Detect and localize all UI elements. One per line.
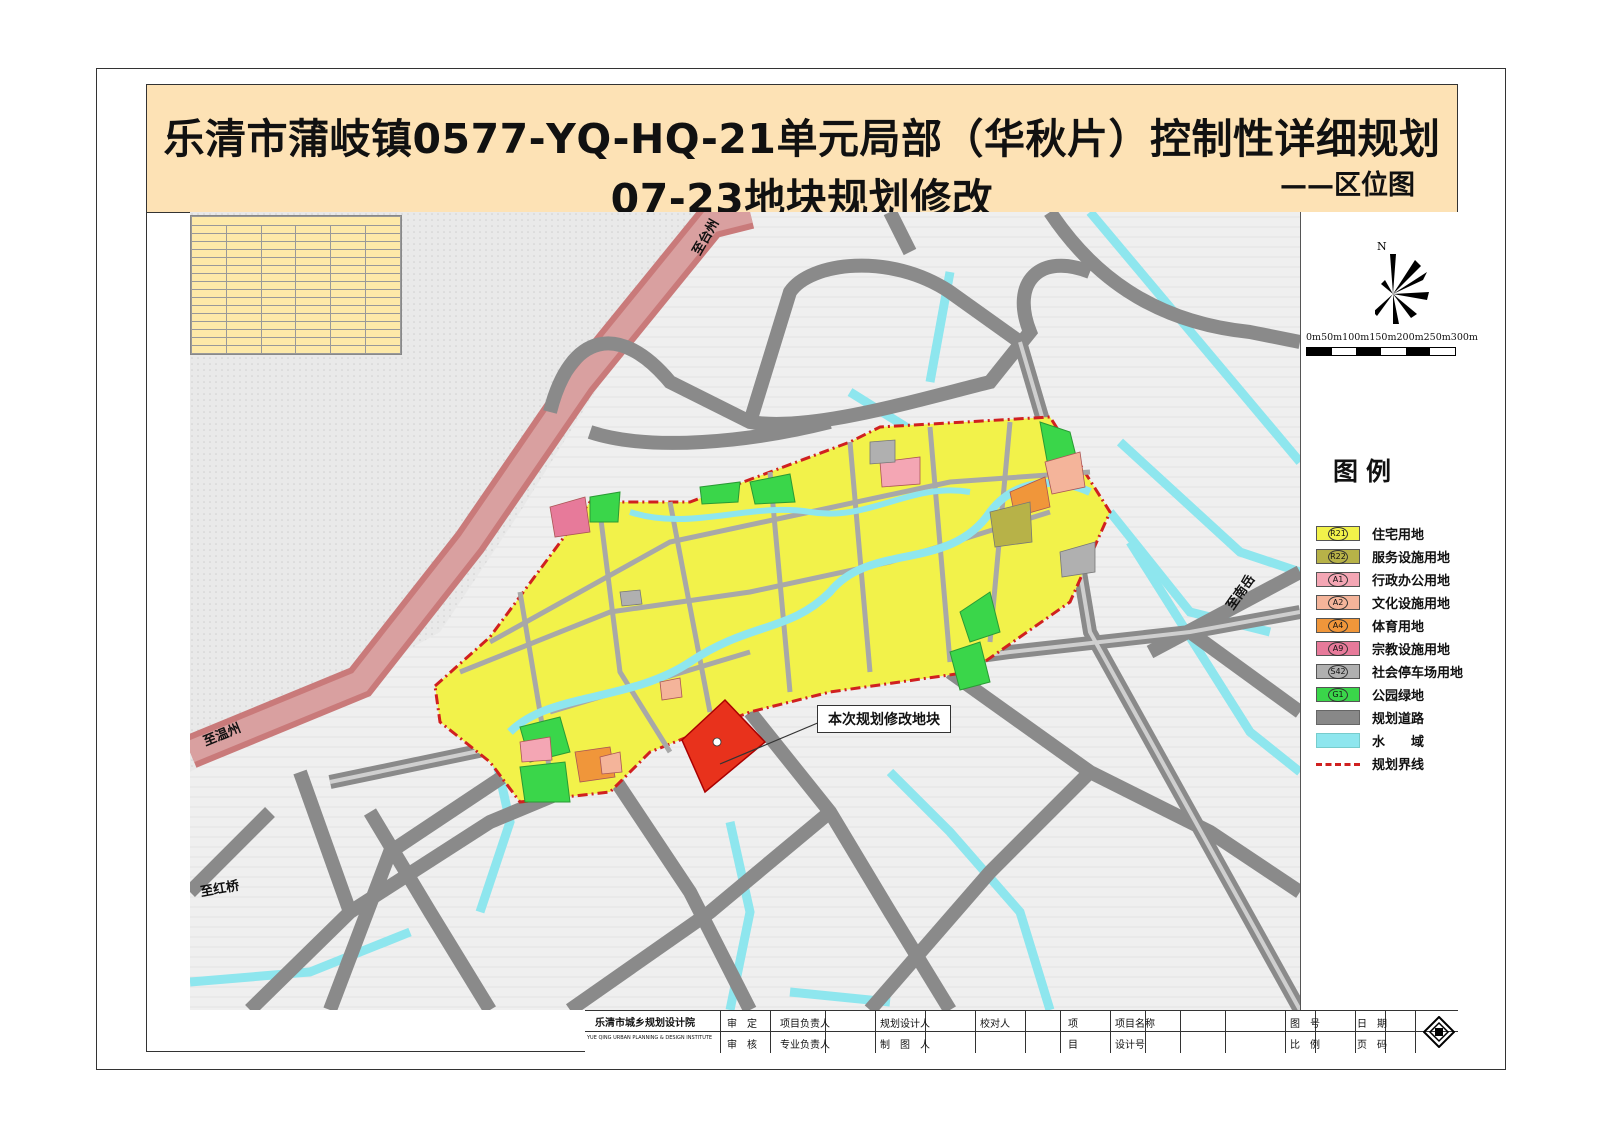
north-label: N [1377,240,1387,253]
institute-name-en: YUE QING URBAN PLANNING & DESIGN INSTITU… [587,1035,713,1041]
legend-label: 水 域 [1372,735,1425,750]
legend-swatch: R21 [1316,526,1360,541]
legend-label: 社会停车场用地 [1372,666,1464,681]
north-arrow: N [1373,236,1435,330]
legend-swatch: A9 [1316,641,1360,656]
scale-tick-label: 0m [1306,332,1322,343]
legend-swatch: A2 [1316,595,1360,610]
tb-page: 页 码 [1357,1040,1387,1051]
legend-code: A1 [1328,572,1348,587]
legend-item: S42 社会停车场用地 [1316,660,1463,683]
legend-item: G1 公园绿地 [1316,683,1463,706]
legend-item: A1 行政办公用地 [1316,568,1463,591]
tb-review: 审 定 [727,1019,757,1030]
site-callout: 本次规划修改地块 [817,705,951,733]
legend-label: 体育用地 [1372,620,1425,635]
legend-swatch: A4 [1316,618,1360,633]
legend-swatch [1316,710,1360,725]
tb-date: 日 期 [1357,1019,1387,1030]
page-subtitle: ——区位图 [1280,170,1415,201]
legend-item: 规划界线 [1316,752,1463,775]
legend-title: 图例 [1333,457,1400,486]
scale-graphic [1306,347,1456,356]
legend-label: 宗教设施用地 [1372,643,1451,658]
tb-plan-designer: 规划设计人 [880,1019,930,1030]
legend-item: A9 宗教设施用地 [1316,637,1463,660]
legend-swatch: S42 [1316,664,1360,679]
legend-code: A9 [1328,641,1348,656]
legend-label: 规划界线 [1372,758,1425,773]
land-use-table [190,215,402,355]
scale-tick-label: 150m [1369,332,1397,343]
title-band: 乐清市蒲岐镇0577-YQ-HQ-21单元局部（华秋片）控制性详细规划07-23… [147,85,1457,223]
scale-tick-label: 250m [1423,332,1451,343]
legend-code: S42 [1328,664,1348,679]
legend-label: 住宅用地 [1372,528,1425,543]
tb-project-lead: 项目负责人 [780,1019,830,1030]
scale-tick-label: 300m [1450,332,1478,343]
legend-label: 服务设施用地 [1372,551,1451,566]
legend-label: 行政办公用地 [1372,574,1451,589]
scale-bar: 0m 50m 100m 150m 200m 250m 300m [1306,332,1478,356]
scale-tick-label: 100m [1342,332,1370,343]
legend-item: 水 域 [1316,729,1463,752]
legend-code: R21 [1328,526,1348,541]
legend-label: 文化设施用地 [1372,597,1451,612]
tb-project-name: 项目名称 [1115,1019,1155,1030]
legend-swatch: R22 [1316,549,1360,564]
legend-code: R22 [1328,549,1348,564]
legend-label: 公园绿地 [1372,689,1425,704]
page-title: 乐清市蒲岐镇0577-YQ-HQ-21单元局部（华秋片）控制性详细规划07-23… [163,115,1441,223]
legend-swatch: A1 [1316,572,1360,587]
tb-design-no: 设计号 [1115,1040,1145,1051]
legend-item: 规划道路 [1316,706,1463,729]
legend-label: 规划道路 [1372,712,1425,727]
institute-name: 乐清市城乡规划设计院 [595,1018,695,1029]
tb-drafter: 制 图 人 [880,1040,930,1051]
legend-item: A4 体育用地 [1316,614,1463,637]
legend-item: R22 服务设施用地 [1316,545,1463,568]
tb-project: 项 [1068,1019,1078,1030]
tb-ratio: 比 例 [1290,1040,1320,1051]
institute-logo [1422,1015,1456,1052]
legend-list: R21 住宅用地 R22 服务设施用地 A1 行政办公用地 A2 文化设施用地 A4 体育用地 A9… [1316,522,1463,775]
tb-drawing-no: 图 号 [1290,1019,1320,1030]
tb-checker: 校对人 [980,1019,1010,1030]
scale-tick-label: 50m [1321,332,1343,343]
legend-code: A4 [1328,618,1348,633]
legend-item: A2 文化设施用地 [1316,591,1463,614]
tb-project2: 目 [1068,1040,1078,1051]
legend-swatch [1316,756,1360,771]
legend-swatch: G1 [1316,687,1360,702]
scale-tick-label: 200m [1396,332,1424,343]
tb-discipline-lead: 专业负责人 [780,1040,830,1051]
legend-code: G1 [1328,687,1348,702]
tb-audit: 审 核 [727,1040,757,1051]
scale-labels: 0m 50m 100m 150m 200m 250m 300m [1306,332,1478,343]
title-block: 乐清市城乡规划设计院 YUE QING URBAN PLANNING & DES… [585,1010,1458,1053]
legend-code: A2 [1328,595,1348,610]
legend-item: R21 住宅用地 [1316,522,1463,545]
legend-swatch [1316,733,1360,748]
